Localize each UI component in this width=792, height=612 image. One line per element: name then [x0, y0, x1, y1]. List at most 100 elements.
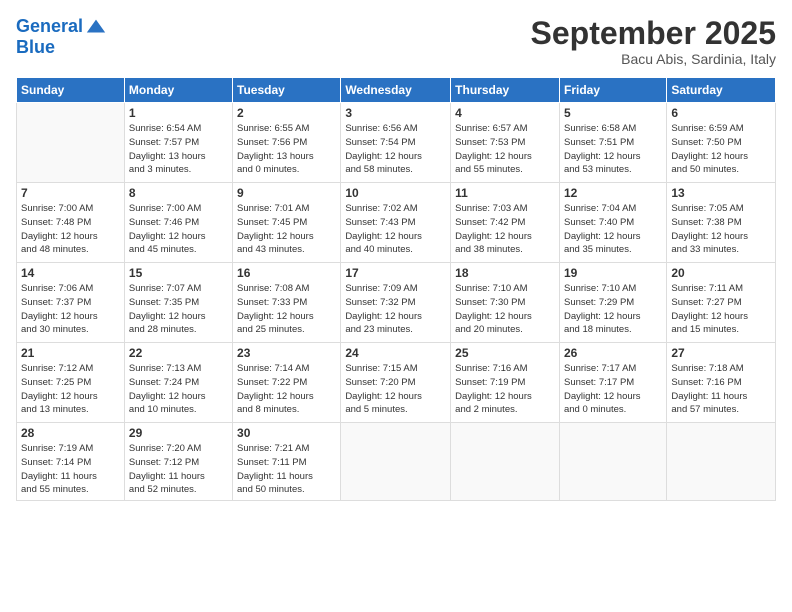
table-row: [667, 423, 776, 501]
day-number: 14: [21, 266, 120, 280]
table-row: 20 Sunrise: 7:11 AMSunset: 7:27 PMDayligh…: [667, 263, 776, 343]
day-number: 27: [671, 346, 771, 360]
table-row: 10 Sunrise: 7:02 AMSunset: 7:43 PMDayligh…: [341, 183, 451, 263]
day-number: 19: [564, 266, 662, 280]
table-row: 3 Sunrise: 6:56 AMSunset: 7:54 PMDaylight…: [341, 103, 451, 183]
table-row: 4 Sunrise: 6:57 AMSunset: 7:53 PMDaylight…: [451, 103, 560, 183]
col-tuesday: Tuesday: [233, 78, 341, 103]
day-info: Sunrise: 7:08 AMSunset: 7:33 PMDaylight:…: [237, 282, 336, 337]
day-info: Sunrise: 7:01 AMSunset: 7:45 PMDaylight:…: [237, 202, 336, 257]
table-row: 18Sunrise: 7:10 AMSunset: 7:30 PMDayligh…: [451, 263, 560, 343]
table-row: 17 Sunrise: 7:09 AMSunset: 7:32 PMDayligh…: [341, 263, 451, 343]
table-row: 7Sunrise: 7:00 AMSunset: 7:48 PMDaylight…: [17, 183, 125, 263]
day-number: 18: [455, 266, 555, 280]
table-row: 26 Sunrise: 7:17 AMSunset: 7:17 PMDayligh…: [559, 343, 666, 423]
day-info: Sunrise: 7:17 AMSunset: 7:17 PMDaylight:…: [564, 362, 662, 417]
day-info: Sunrise: 6:56 AMSunset: 7:54 PMDaylight:…: [345, 122, 446, 177]
day-number: 12: [564, 186, 662, 200]
day-info: Sunrise: 7:04 AMSunset: 7:40 PMDaylight:…: [564, 202, 662, 257]
day-info: Sunrise: 6:57 AMSunset: 7:53 PMDaylight:…: [455, 122, 555, 177]
table-row: 5 Sunrise: 6:58 AMSunset: 7:51 PMDaylight…: [559, 103, 666, 183]
logo: General Blue: [16, 16, 107, 58]
day-info: Sunrise: 7:12 AMSunset: 7:25 PMDaylight:…: [21, 362, 120, 417]
table-row: 8Sunrise: 7:00 AMSunset: 7:46 PMDaylight…: [124, 183, 232, 263]
day-info: Sunrise: 7:10 AMSunset: 7:29 PMDaylight:…: [564, 282, 662, 337]
day-info: Sunrise: 6:54 AMSunset: 7:57 PMDaylight:…: [129, 122, 228, 177]
day-info: Sunrise: 6:59 AMSunset: 7:50 PMDaylight:…: [671, 122, 771, 177]
day-number: 30: [237, 426, 336, 440]
day-info: Sunrise: 7:14 AMSunset: 7:22 PMDaylight:…: [237, 362, 336, 417]
day-number: 24: [345, 346, 446, 360]
day-info: Sunrise: 6:58 AMSunset: 7:51 PMDaylight:…: [564, 122, 662, 177]
day-info: Sunrise: 7:06 AMSunset: 7:37 PMDaylight:…: [21, 282, 120, 337]
day-number: 29: [129, 426, 228, 440]
table-row: [451, 423, 560, 501]
calendar-table: Sunday Monday Tuesday Wednesday Thursday…: [16, 77, 776, 501]
table-row: 11Sunrise: 7:03 AMSunset: 7:42 PMDayligh…: [451, 183, 560, 263]
table-row: 25 Sunrise: 7:16 AMSunset: 7:19 PMDayligh…: [451, 343, 560, 423]
day-number: 25: [455, 346, 555, 360]
header: General Blue September 2025 Bacu Abis, S…: [16, 16, 776, 67]
day-number: 1: [129, 106, 228, 120]
day-info: Sunrise: 7:09 AMSunset: 7:32 PMDaylight:…: [345, 282, 446, 337]
table-row: 21 Sunrise: 7:12 AMSunset: 7:25 PMDayligh…: [17, 343, 125, 423]
month-title: September 2025: [531, 16, 776, 51]
table-row: [17, 103, 125, 183]
col-monday: Monday: [124, 78, 232, 103]
table-row: 30 Sunrise: 7:21 AMSunset: 7:11 PMDayligh…: [233, 423, 341, 501]
col-friday: Friday: [559, 78, 666, 103]
day-number: 21: [21, 346, 120, 360]
col-sunday: Sunday: [17, 78, 125, 103]
day-number: 8: [129, 186, 228, 200]
table-row: 9 Sunrise: 7:01 AMSunset: 7:45 PMDaylight…: [233, 183, 341, 263]
day-info: Sunrise: 7:16 AMSunset: 7:19 PMDaylight:…: [455, 362, 555, 417]
day-number: 26: [564, 346, 662, 360]
day-info: Sunrise: 7:07 AMSunset: 7:35 PMDaylight:…: [129, 282, 228, 337]
day-number: 16: [237, 266, 336, 280]
location-subtitle: Bacu Abis, Sardinia, Italy: [531, 51, 776, 67]
day-info: Sunrise: 7:11 AMSunset: 7:27 PMDaylight:…: [671, 282, 771, 337]
day-number: 3: [345, 106, 446, 120]
day-number: 7: [21, 186, 120, 200]
day-number: 28: [21, 426, 120, 440]
day-info: Sunrise: 7:15 AMSunset: 7:20 PMDaylight:…: [345, 362, 446, 417]
col-thursday: Thursday: [451, 78, 560, 103]
day-number: 6: [671, 106, 771, 120]
day-number: 17: [345, 266, 446, 280]
table-row: 14 Sunrise: 7:06 AMSunset: 7:37 PMDayligh…: [17, 263, 125, 343]
table-row: 29 Sunrise: 7:20 AMSunset: 7:12 PMDayligh…: [124, 423, 232, 501]
day-number: 10: [345, 186, 446, 200]
table-row: 24 Sunrise: 7:15 AMSunset: 7:20 PMDayligh…: [341, 343, 451, 423]
table-row: 28Sunrise: 7:19 AMSunset: 7:14 PMDayligh…: [17, 423, 125, 501]
day-number: 23: [237, 346, 336, 360]
col-saturday: Saturday: [667, 78, 776, 103]
table-row: 2 Sunrise: 6:55 AMSunset: 7:56 PMDaylight…: [233, 103, 341, 183]
day-number: 11: [455, 186, 555, 200]
table-row: 6 Sunrise: 6:59 AMSunset: 7:50 PMDaylight…: [667, 103, 776, 183]
table-row: 27 Sunrise: 7:18 AMSunset: 7:16 PMDayligh…: [667, 343, 776, 423]
table-row: 13Sunrise: 7:05 AMSunset: 7:38 PMDayligh…: [667, 183, 776, 263]
logo-text-line2: Blue: [16, 38, 107, 58]
table-row: 15 Sunrise: 7:07 AMSunset: 7:35 PMDayligh…: [124, 263, 232, 343]
day-info: Sunrise: 7:18 AMSunset: 7:16 PMDaylight:…: [671, 362, 771, 417]
day-info: Sunrise: 7:21 AMSunset: 7:11 PMDaylight:…: [237, 442, 336, 497]
day-number: 5: [564, 106, 662, 120]
day-number: 22: [129, 346, 228, 360]
title-block: September 2025 Bacu Abis, Sardinia, Ital…: [531, 16, 776, 67]
day-number: 9: [237, 186, 336, 200]
day-number: 20: [671, 266, 771, 280]
table-row: 16 Sunrise: 7:08 AMSunset: 7:33 PMDayligh…: [233, 263, 341, 343]
day-info: Sunrise: 7:20 AMSunset: 7:12 PMDaylight:…: [129, 442, 228, 497]
table-row: 1 Sunrise: 6:54 AMSunset: 7:57 PMDaylight…: [124, 103, 232, 183]
day-number: 15: [129, 266, 228, 280]
day-number: 2: [237, 106, 336, 120]
table-row: 19 Sunrise: 7:10 AMSunset: 7:29 PMDayligh…: [559, 263, 666, 343]
day-info: Sunrise: 6:55 AMSunset: 7:56 PMDaylight:…: [237, 122, 336, 177]
day-number: 4: [455, 106, 555, 120]
calendar-header-row: Sunday Monday Tuesday Wednesday Thursday…: [17, 78, 776, 103]
col-wednesday: Wednesday: [341, 78, 451, 103]
day-info: Sunrise: 7:05 AMSunset: 7:38 PMDaylight:…: [671, 202, 771, 257]
page-container: General Blue September 2025 Bacu Abis, S…: [0, 0, 792, 509]
day-info: Sunrise: 7:02 AMSunset: 7:43 PMDaylight:…: [345, 202, 446, 257]
table-row: 23 Sunrise: 7:14 AMSunset: 7:22 PMDayligh…: [233, 343, 341, 423]
